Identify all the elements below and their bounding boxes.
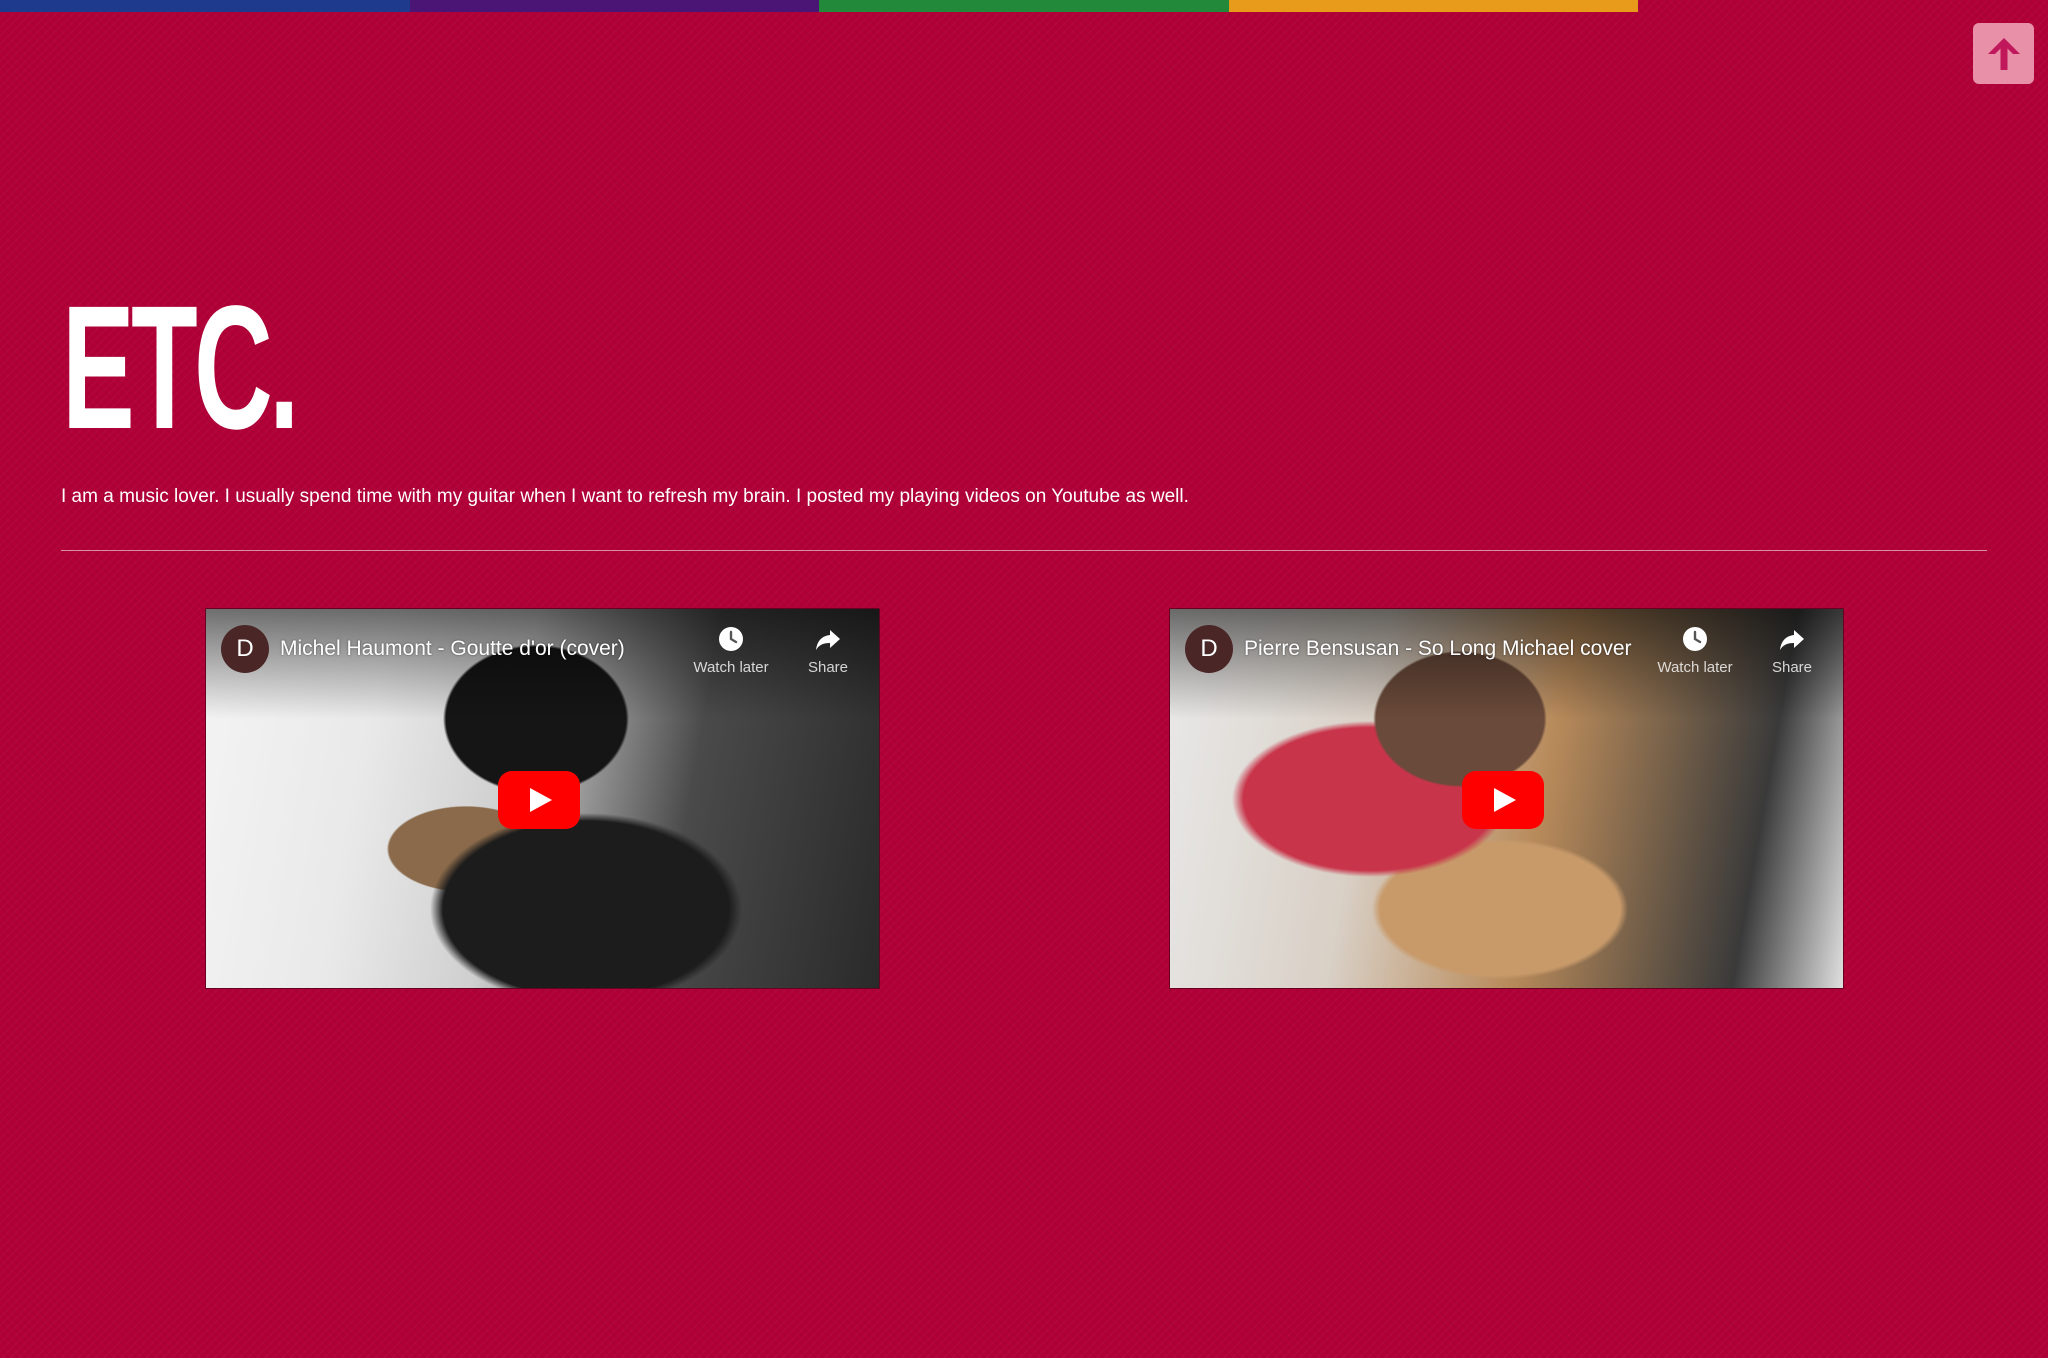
back-to-top-button[interactable] bbox=[1973, 23, 2034, 84]
play-button-icon[interactable] bbox=[498, 771, 580, 829]
channel-avatar[interactable]: D bbox=[221, 625, 269, 673]
clock-icon bbox=[719, 627, 743, 651]
video-title[interactable]: Michel Haumont - Goutte d'or (cover) bbox=[280, 636, 625, 662]
section-divider bbox=[61, 550, 1987, 551]
share-button[interactable]: Share bbox=[783, 625, 873, 677]
share-label: Share bbox=[807, 659, 849, 676]
play-button-icon[interactable] bbox=[1462, 771, 1544, 829]
clock-icon bbox=[1683, 627, 1707, 651]
share-icon bbox=[1780, 630, 1804, 650]
color-bar-orange bbox=[1228, 0, 1638, 12]
arrow-up-icon bbox=[1987, 37, 2020, 70]
color-bar-purple bbox=[409, 0, 819, 12]
watch-later-button[interactable]: Watch later bbox=[1650, 625, 1740, 677]
page-title: ETC. bbox=[62, 270, 299, 466]
watch-later-label: Watch later bbox=[693, 659, 769, 676]
video-player-2[interactable]: D Pierre Bensusan - So Long Michael cove… bbox=[1170, 609, 1843, 988]
intro-text: I am a music lover. I usually spend time… bbox=[61, 486, 1189, 507]
channel-avatar[interactable]: D bbox=[1185, 625, 1233, 673]
video-title[interactable]: Pierre Bensusan - So Long Michael cover bbox=[1244, 636, 1632, 662]
video-player-1[interactable]: D Michel Haumont - Goutte d'or (cover) W… bbox=[206, 609, 879, 988]
share-button[interactable]: Share bbox=[1747, 625, 1837, 677]
share-label: Share bbox=[1771, 659, 1813, 676]
color-bar-green bbox=[819, 0, 1229, 12]
share-icon bbox=[816, 630, 840, 650]
color-bar-blue bbox=[0, 0, 410, 12]
top-color-bar bbox=[0, 0, 1638, 12]
watch-later-button[interactable]: Watch later bbox=[686, 625, 776, 677]
watch-later-label: Watch later bbox=[1657, 659, 1733, 676]
